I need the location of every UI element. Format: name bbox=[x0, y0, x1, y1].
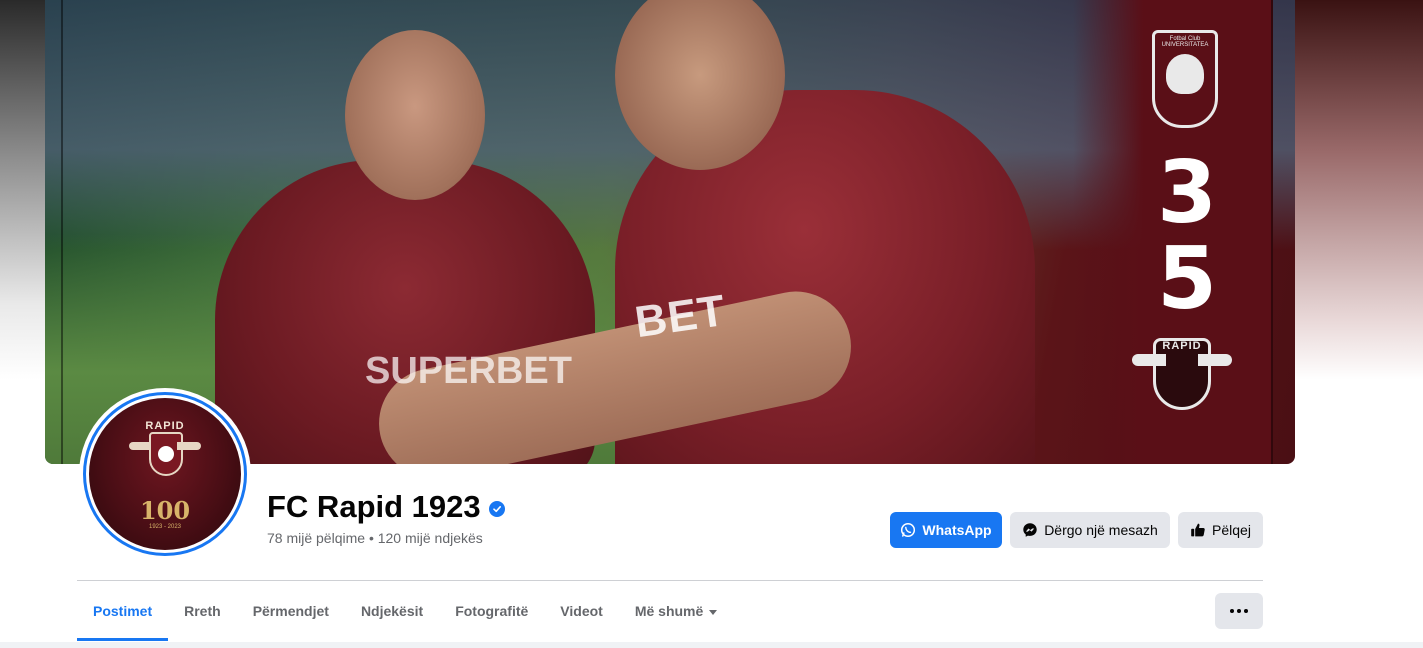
club-emblem-icon bbox=[129, 424, 201, 484]
send-message-button[interactable]: Dërgo një mesazh bbox=[1010, 512, 1170, 548]
page-stats[interactable]: 78 mijë pëlqime • 120 mijë ndjekës bbox=[267, 530, 483, 546]
emblem-wing-right bbox=[177, 442, 201, 450]
score-away: 5 bbox=[1157, 229, 1217, 329]
tab-videot[interactable]: Videot bbox=[544, 581, 619, 641]
crest-wing-right bbox=[1198, 354, 1232, 366]
tab-rreth[interactable]: Rreth bbox=[168, 581, 237, 641]
tab-label: Më shumë bbox=[634, 603, 704, 619]
chevron-down-icon bbox=[709, 609, 718, 615]
tab-me-shume[interactable]: Më shumë bbox=[619, 581, 733, 641]
tab-ndjekesit[interactable]: Ndjekësit bbox=[345, 581, 439, 641]
whatsapp-button[interactable]: WhatsApp bbox=[890, 512, 1002, 548]
tab-permendjet[interactable]: Përmendjet bbox=[237, 581, 345, 641]
messenger-icon bbox=[1022, 522, 1038, 538]
soccer-ball-icon bbox=[158, 446, 174, 462]
avatar-image: RAPID 100 1923 - 2023 bbox=[89, 398, 241, 550]
cover-sponsor-back: SUPERBET bbox=[365, 350, 572, 392]
tab-label: Postimet bbox=[93, 603, 153, 619]
ellipsis-icon bbox=[1230, 609, 1234, 613]
avatar-centenary-badge: 100 bbox=[139, 496, 191, 525]
tab-label: Fotografitë bbox=[455, 603, 529, 619]
tab-postimet[interactable]: Postimet bbox=[77, 581, 169, 641]
page-title: FC Rapid 1923 bbox=[267, 489, 505, 525]
more-options-button[interactable] bbox=[1215, 593, 1263, 629]
tab-label: Ndjekësit bbox=[360, 603, 424, 619]
score-home: 3 bbox=[1157, 143, 1217, 243]
page-background-right bbox=[1295, 0, 1423, 380]
cover-photo[interactable]: SUPERBET BET Fotbal Club UNIVERSITATEA 3… bbox=[45, 0, 1295, 464]
ellipsis-icon-dot bbox=[1244, 609, 1248, 613]
whatsapp-icon bbox=[900, 522, 916, 538]
verified-badge-icon bbox=[488, 501, 505, 517]
whatsapp-button-label: WhatsApp bbox=[922, 522, 992, 538]
send-message-label: Dërgo një mesazh bbox=[1044, 522, 1158, 538]
rapid-crest: RAPID bbox=[1132, 334, 1232, 414]
rapid-crest-label: RAPID bbox=[1162, 340, 1202, 352]
feed-background bbox=[0, 642, 1423, 648]
like-button[interactable]: Pëlqej bbox=[1178, 512, 1263, 548]
tab-fotografite[interactable]: Fotografitë bbox=[439, 581, 544, 641]
avatar-story-ring: RAPID 100 1923 - 2023 bbox=[83, 392, 247, 556]
page-tabs: Postimet Rreth Përmendjet Ndjekësit Foto… bbox=[77, 581, 733, 641]
opponent-crest-label: Fotbal Club UNIVERSITATEA bbox=[1161, 36, 1209, 48]
profile-avatar[interactable]: RAPID 100 1923 - 2023 bbox=[79, 388, 251, 560]
cover-panel-line-right bbox=[1271, 0, 1273, 464]
tab-label: Rreth bbox=[184, 603, 221, 619]
tab-label: Videot bbox=[560, 603, 603, 619]
opponent-crest: Fotbal Club UNIVERSITATEA bbox=[1152, 30, 1218, 128]
thumbs-up-icon bbox=[1190, 522, 1206, 538]
crest-wing-left bbox=[1132, 354, 1166, 366]
lion-icon bbox=[1166, 54, 1204, 94]
tab-label: Përmendjet bbox=[252, 603, 329, 619]
cover-panel-line-left bbox=[61, 0, 63, 464]
ellipsis-icon-dot bbox=[1237, 609, 1241, 613]
page-name-text: FC Rapid 1923 bbox=[267, 489, 481, 524]
cover-player-left-head bbox=[345, 30, 485, 200]
avatar-years: 1923 - 2023 bbox=[148, 524, 182, 530]
like-button-label: Pëlqej bbox=[1212, 522, 1251, 538]
